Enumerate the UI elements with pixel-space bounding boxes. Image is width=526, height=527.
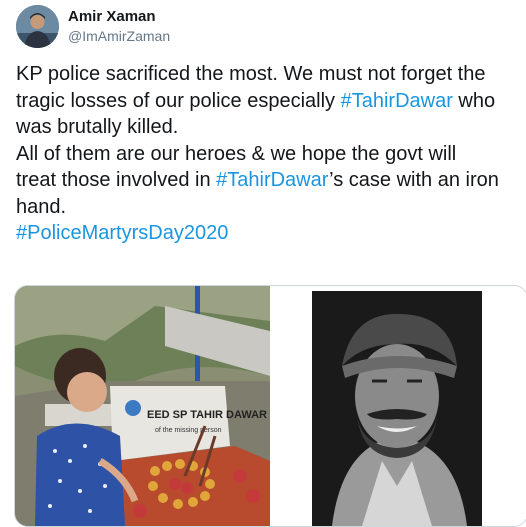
tweet-text-segment: tragic losses of our police especially (16, 89, 341, 112)
portrait-photo-icon (272, 286, 526, 526)
tweet-text-segment: hand. (16, 195, 67, 218)
person-portrait-icon (16, 5, 59, 48)
tweet-text-line: KP police sacrificed the most. We must n… (16, 61, 516, 88)
tweet-text-line: was brutally killed. (16, 114, 516, 141)
author-handle[interactable]: @ImAmirZaman (68, 28, 170, 44)
tweet-text: KP police sacrificed the most. We must n… (16, 61, 516, 247)
tweet-text-line: hand. (16, 194, 516, 221)
tweet-text-line: #PoliceMartyrsDay2020 (16, 220, 516, 247)
tweet-text-segment: was brutally killed. (16, 116, 179, 138)
media-photo-portrait[interactable] (272, 286, 526, 526)
tweet-text-segment: treat those involved in (16, 169, 217, 191)
tweet-text-segment: who (452, 89, 496, 112)
tweet-text-line: All of them are our heroes & we hope the… (16, 141, 516, 168)
hashtag-link[interactable]: #TahirDawar (341, 90, 453, 112)
tweet-text-line: tragic losses of our police especially #… (16, 88, 516, 115)
plaque-text-1: EED SP TAHIR DAWAR (147, 409, 267, 421)
tweet-text-line: treat those involved in #TahirDawar’s ca… (16, 167, 516, 194)
author-display-name[interactable]: Amir Xaman (68, 8, 156, 25)
media-photo-grave[interactable]: EED SP TAHIR DAWAR of the missing person (15, 286, 270, 526)
hashtag-link[interactable]: #PoliceMartyrsDay2020 (16, 222, 228, 244)
author-avatar[interactable] (16, 5, 59, 48)
plaque-text-2: of the missing person (155, 427, 222, 434)
tweet-media-grid: EED SP TAHIR DAWAR of the missing person (14, 285, 526, 527)
tweet-text-segment: KP police sacrificed the most. We must n… (16, 63, 486, 85)
tweet-text-segment: ’s case with an iron (329, 169, 499, 191)
tweet-text-segment: All of them are our heroes & we hope the… (16, 142, 457, 165)
hashtag-link[interactable]: #TahirDawar (216, 169, 329, 191)
